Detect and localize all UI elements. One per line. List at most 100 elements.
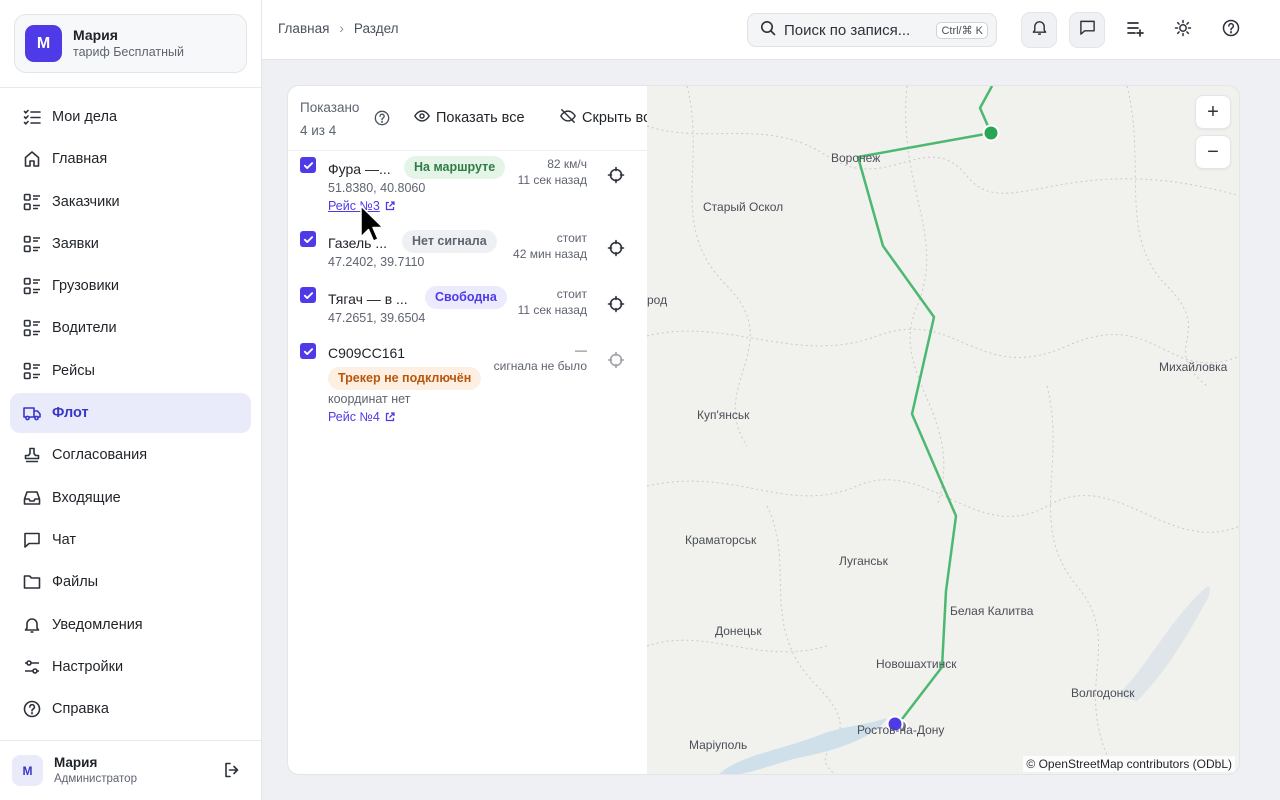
map-attribution[interactable]: © OpenStreetMap contributors (ODbL) bbox=[1023, 756, 1235, 772]
fleet-map[interactable]: Воронеж Старый Оскол род Михайловка Куп'… bbox=[647, 85, 1240, 775]
breadcrumb-current: Раздел bbox=[353, 21, 399, 36]
vehicle-row[interactable]: С909СС161 Трекер не подключён координат … bbox=[288, 342, 647, 426]
bell-icon bbox=[1031, 19, 1048, 41]
eye-icon bbox=[414, 108, 436, 128]
divider bbox=[0, 87, 261, 88]
chat-button[interactable] bbox=[1069, 12, 1105, 48]
vehicle-name: Фура —... bbox=[328, 161, 391, 177]
map-city-label: Михайловка bbox=[1159, 360, 1228, 374]
logout-icon[interactable] bbox=[223, 761, 243, 781]
sidebar-item-notifications[interactable]: Уведомления bbox=[10, 605, 251, 645]
inbox-icon bbox=[22, 488, 42, 508]
help-button[interactable] bbox=[1213, 12, 1249, 48]
vehicle-name: С909СС161 bbox=[328, 345, 406, 361]
map-city-label: Куп'янськ bbox=[697, 408, 750, 422]
topbar: Главная › Раздел Поиск по запися... Ctrl… bbox=[262, 0, 1280, 60]
vehicle-checkbox[interactable] bbox=[300, 287, 316, 303]
vehicle-checkbox[interactable] bbox=[300, 157, 316, 173]
sidebar-item-fleet[interactable]: Флот bbox=[10, 393, 251, 434]
help-icon bbox=[22, 699, 42, 719]
chat-icon bbox=[22, 530, 42, 550]
mouse-cursor bbox=[360, 205, 386, 248]
sidebar-item-customers[interactable]: Заказчики bbox=[10, 182, 251, 222]
sidebar-item-approvals[interactable]: Согласования bbox=[10, 435, 251, 475]
stamp-icon bbox=[22, 445, 42, 465]
map-city-label: Волгодонск bbox=[1071, 686, 1135, 700]
list-add-icon bbox=[1126, 19, 1144, 42]
map-city-label: Донецьк bbox=[715, 624, 762, 638]
breadcrumb-home[interactable]: Главная bbox=[278, 21, 329, 36]
reservoir bbox=[1117, 586, 1210, 701]
map-city-label: Старый Оскол bbox=[703, 200, 784, 214]
route-line bbox=[856, 86, 994, 724]
sliders-icon bbox=[22, 657, 42, 677]
list-icon bbox=[22, 192, 42, 212]
vehicle-row[interactable]: Фура —... На маршруте 51.8380, 40.8060 Р… bbox=[288, 156, 647, 216]
map-city-label: Луганськ bbox=[839, 554, 888, 568]
vehicle-row[interactable]: Тягач — в ... Свободна 47.2651, 39.6504 … bbox=[288, 286, 647, 330]
map-city-label: Новошахтинск bbox=[876, 657, 957, 671]
sidebar-item-settings[interactable]: Настройки bbox=[10, 647, 251, 687]
user-plan: тариф Бесплатный bbox=[73, 44, 184, 59]
user-name: Мария bbox=[73, 26, 118, 43]
chat-icon bbox=[1079, 19, 1096, 41]
search-placeholder: Поиск по запися... bbox=[784, 21, 911, 39]
shown-counter: Показано 4 из 4 bbox=[300, 100, 360, 138]
help-icon[interactable] bbox=[374, 110, 390, 131]
chevron-right-icon: › bbox=[339, 21, 344, 36]
home-icon bbox=[22, 149, 42, 169]
map-city-label: Ростов-на-Дону bbox=[857, 723, 945, 737]
vehicle-row[interactable]: Газель ... Нет сигнала 47.2402, 39.7110 … bbox=[288, 230, 647, 274]
crosshair-icon bbox=[607, 351, 627, 371]
eye-off-icon bbox=[560, 108, 582, 128]
vehicle-checkbox[interactable] bbox=[300, 231, 316, 247]
hide-all-button[interactable]: Скрыть все bbox=[560, 108, 658, 128]
vehicle-checkbox[interactable] bbox=[300, 343, 316, 359]
fleet-panel: Показано 4 из 4 Показать все Скрыть все … bbox=[287, 85, 658, 775]
divider bbox=[288, 150, 647, 151]
crosshair-icon[interactable] bbox=[607, 166, 627, 186]
crosshair-icon[interactable] bbox=[607, 295, 627, 315]
folder-icon bbox=[22, 572, 42, 592]
zoom-out-button[interactable]: − bbox=[1195, 135, 1231, 169]
sidebar-item-inbox[interactable]: Входящие bbox=[10, 478, 251, 518]
sidebar-item-home[interactable]: Главная bbox=[10, 139, 251, 179]
sidebar-item-files[interactable]: Файлы bbox=[10, 562, 251, 602]
footer-user-name: Мария bbox=[54, 755, 98, 770]
sidebar-item-drivers[interactable]: Водители bbox=[10, 308, 251, 348]
vehicle-coords: 47.2402, 39.7110 bbox=[328, 255, 425, 269]
trip-link[interactable]: Рейс №4 bbox=[328, 410, 396, 424]
sun-icon bbox=[1174, 19, 1192, 42]
search-shortcut: Ctrl/⌘ K bbox=[936, 21, 988, 39]
sidebar-item-help[interactable]: Справка bbox=[10, 689, 251, 729]
search-input[interactable]: Поиск по запися... Ctrl/⌘ K bbox=[747, 13, 997, 47]
workspace-switcher[interactable]: М Мария тариф Бесплатный bbox=[14, 14, 247, 73]
breadcrumb: Главная › Раздел bbox=[278, 21, 399, 36]
map-city-label: Маріуполь bbox=[689, 738, 748, 752]
sidebar-item-chat[interactable]: Чат bbox=[10, 520, 251, 560]
list-icon bbox=[22, 361, 42, 381]
list-icon bbox=[22, 318, 42, 338]
notifications-button[interactable] bbox=[1021, 12, 1057, 48]
show-all-button[interactable]: Показать все bbox=[414, 108, 525, 128]
sidebar-item-trucks[interactable]: Грузовики bbox=[10, 266, 251, 306]
bell-icon bbox=[22, 615, 42, 635]
avatar: М bbox=[12, 755, 43, 786]
vehicle-marker-moving bbox=[982, 124, 1000, 142]
vehicle-speed-info: 82 км/ч 11 сек назад bbox=[517, 157, 587, 187]
sidebar-item-trips[interactable]: Рейсы bbox=[10, 351, 251, 391]
user-avatar: М bbox=[25, 25, 62, 62]
theme-toggle-button[interactable] bbox=[1165, 12, 1201, 48]
map-city-label: Краматорськ bbox=[685, 533, 757, 547]
help-icon bbox=[1222, 19, 1240, 42]
sidebar-nav: Мои дела Главная Заказчики Заявки Грузов… bbox=[10, 97, 251, 731]
truck-icon bbox=[22, 403, 42, 423]
crosshair-icon[interactable] bbox=[607, 239, 627, 259]
zoom-in-button[interactable]: + bbox=[1195, 95, 1231, 129]
add-task-button[interactable] bbox=[1117, 12, 1153, 48]
sidebar-item-requests[interactable]: Заявки bbox=[10, 224, 251, 264]
status-badge: Трекер не подключён bbox=[328, 367, 482, 390]
map-city-label: Белая Калитва bbox=[950, 604, 1034, 618]
sidebar-item-my-tasks[interactable]: Мои дела bbox=[10, 97, 251, 137]
list-icon bbox=[22, 234, 42, 254]
